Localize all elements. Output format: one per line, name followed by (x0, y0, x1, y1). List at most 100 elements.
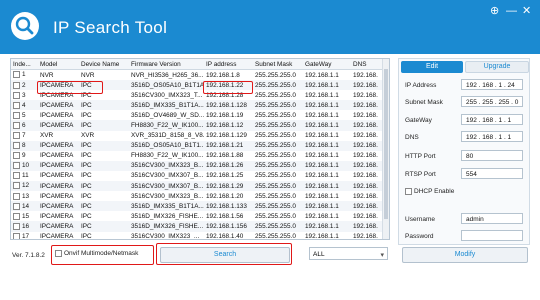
row-checkbox[interactable] (13, 101, 20, 109)
cell-index: 6 (11, 120, 38, 131)
col-dns-header[interactable]: DNS (351, 59, 385, 70)
version-label: Ver. 7.1.8.2 (12, 252, 45, 259)
table-scrollbar[interactable] (382, 59, 389, 239)
dhcp-checkbox[interactable] (405, 188, 412, 195)
table-row[interactable]: 6 IPCAMERA IPC FH8830_F22_W_IK100... 192.168… (11, 120, 385, 131)
table-row[interactable]: 10 IPCAMERA IPC 3516CV300_IMX323_B... 192.16… (11, 160, 385, 171)
cell-model: IPCAMERA (38, 140, 79, 151)
cell-dns: 192.168. (351, 80, 385, 91)
close-icon[interactable]: ✕ (522, 5, 531, 17)
row-checkbox[interactable] (13, 91, 20, 99)
onvif-checkbox[interactable] (55, 250, 62, 257)
cell-firmware: 3516D_IMX335_B1T1A... (129, 201, 204, 212)
cell-device-name: IPC (79, 80, 129, 91)
row-checkbox[interactable] (13, 212, 20, 220)
table-row[interactable]: 13 IPCAMERA IPC 3516CV300_IMX323_B... 192.16… (11, 191, 385, 202)
device-filter-select[interactable]: ALL ▾ (309, 247, 388, 260)
table-row[interactable]: 14 IPCAMERA IPC 3516D_IMX335_B1T1A... 192.16… (11, 201, 385, 212)
row-checkbox[interactable] (13, 81, 20, 89)
row-checkbox[interactable] (13, 172, 20, 180)
dns-field[interactable]: 192 . 168 . 1 . 1 (461, 131, 523, 142)
cell-subnet: 255.255.255.0 (253, 191, 303, 202)
col-firmware-header[interactable]: Firmware Version (129, 59, 204, 70)
cell-subnet: 255.255.255.0 (253, 170, 303, 182)
row-index-label: 7 (22, 132, 26, 140)
cell-firmware: FH8830_F22_W_IK100... (129, 150, 204, 161)
row-checkbox[interactable] (13, 202, 20, 210)
cell-ip: 192.168.1.12 (204, 120, 253, 131)
cell-dns: 192.168. (351, 221, 385, 232)
row-checkbox[interactable] (13, 222, 20, 230)
row-checkbox[interactable] (13, 142, 20, 150)
rtsp-port-field[interactable]: 554 (461, 168, 523, 179)
table-row[interactable]: 17 IPCAMERA IPC 3516CV300_IMX323_... 192.168… (11, 231, 385, 240)
modify-button[interactable]: Modify (402, 247, 528, 263)
table-row[interactable]: 16 IPCAMERA IPC 3516D_IMX326_FISHE... 192.16… (11, 221, 385, 232)
cell-dns: 192.168. (351, 100, 385, 111)
table-row[interactable]: 7 XVR XVR XVR_3531D_8158_8_V8... 192.168.1.1… (11, 130, 385, 141)
cell-device-name: IPC (79, 170, 129, 182)
col-index-header[interactable]: Inde... (11, 59, 38, 70)
table-row[interactable]: 2 IPCAMERA IPC 3516D_OS05A10_B1T1A... 192.16… (11, 80, 385, 91)
cell-dns: 192.168. (351, 201, 385, 212)
row-index-label: 16 (22, 223, 30, 231)
cell-device-name: IPC (79, 191, 129, 202)
gateway-field[interactable]: 192 . 168 . 1 . 1 (461, 114, 523, 125)
cell-ip: 192.168.1.88 (204, 150, 253, 161)
col-model-header[interactable]: Model (38, 59, 79, 70)
ip-address-field[interactable]: 192 . 168 . 1 . 24 (461, 79, 523, 90)
row-checkbox[interactable] (13, 182, 20, 190)
table-row[interactable]: 11 IPCAMERA IPC 3516CV300_IMX307_B... 192.16… (11, 170, 385, 182)
row-index-label: 14 (22, 202, 30, 210)
row-checkbox[interactable] (13, 152, 20, 160)
add-icon[interactable]: ⊕ (490, 5, 499, 17)
col-gateway-header[interactable]: GateWay (303, 59, 351, 70)
row-index-label: 1 (22, 71, 26, 79)
row-checkbox[interactable] (13, 121, 20, 129)
row-checkbox[interactable] (13, 162, 20, 170)
table-row[interactable]: 12 IPCAMERA IPC 3516CV300_IMX307_B... 192.16… (11, 181, 385, 192)
table-row[interactable]: 1 NVR NVR NVR_HI3536_H265_36... 192.168.1.8 2… (11, 69, 385, 81)
row-index-label: 5 (22, 112, 26, 120)
col-subnet-header[interactable]: Subnet Mask (253, 59, 303, 70)
cell-index: 2 (11, 80, 38, 91)
cell-device-name: IPC (79, 90, 129, 101)
row-checkbox[interactable] (13, 111, 20, 119)
subnet-mask-field[interactable]: 255 . 255 . 255 . 0 (461, 96, 523, 107)
table-row[interactable]: 4 IPCAMERA IPC 3516D_IMX335_B1T1A... 192.168… (11, 100, 385, 111)
cell-model: IPCAMERA (38, 100, 79, 111)
search-button[interactable]: Search (160, 247, 290, 263)
cell-firmware: XVR_3531D_8158_8_V8... (129, 130, 204, 141)
table-row[interactable]: 9 IPCAMERA IPC FH8830_F22_W_IK100... 192.168… (11, 150, 385, 161)
row-index-label: 17 (22, 233, 30, 240)
col-device-name-header[interactable]: Device Name (79, 59, 129, 70)
col-ip-header[interactable]: IP address (204, 59, 253, 70)
minimize-icon[interactable]: — (506, 5, 517, 17)
cell-dns: 192.168. (351, 211, 385, 222)
table-row[interactable]: 5 IPCAMERA IPC 3516D_OV4689_W_SD... 192.168.… (11, 110, 385, 121)
cell-subnet: 255.255.255.0 (253, 181, 303, 192)
table-row[interactable]: 15 IPCAMERA IPC 3516D_IMX326_FISHE... 192.16… (11, 211, 385, 222)
table-row[interactable]: 3 IPCAMERA IPC 3516CV300_IMX323_T... 192.168… (11, 90, 385, 101)
dhcp-row: DHCP Enable (405, 188, 454, 195)
cell-ip: 192.168.1.21 (204, 140, 253, 151)
row-checkbox[interactable] (13, 192, 20, 200)
cell-ip: 192.168.1.8 (204, 69, 253, 81)
table-row[interactable]: 8 IPCAMERA IPC 3516D_OS05A10_B1T1... 192.168… (11, 140, 385, 151)
cell-gateway: 192.168.1.1 (303, 150, 351, 161)
tab-edit[interactable]: Edit (401, 61, 463, 73)
title-bar: IP Search Tool ⊕ — ✕ (0, 0, 540, 54)
row-checkbox[interactable] (13, 71, 20, 79)
cell-index: 11 (11, 170, 38, 182)
scrollbar-thumb[interactable] (384, 69, 388, 219)
cell-index: 13 (11, 191, 38, 202)
username-field[interactable]: admin (461, 213, 523, 224)
cell-subnet: 255.255.255.0 (253, 140, 303, 151)
password-field[interactable] (461, 230, 523, 241)
tab-upgrade[interactable]: Upgrade (465, 61, 529, 73)
cell-ip: 192.168.1.22 (204, 80, 253, 91)
row-checkbox[interactable] (13, 232, 20, 239)
http-port-field[interactable]: 80 (461, 150, 523, 161)
row-checkbox[interactable] (13, 132, 20, 140)
filter-value: ALL (313, 251, 325, 258)
